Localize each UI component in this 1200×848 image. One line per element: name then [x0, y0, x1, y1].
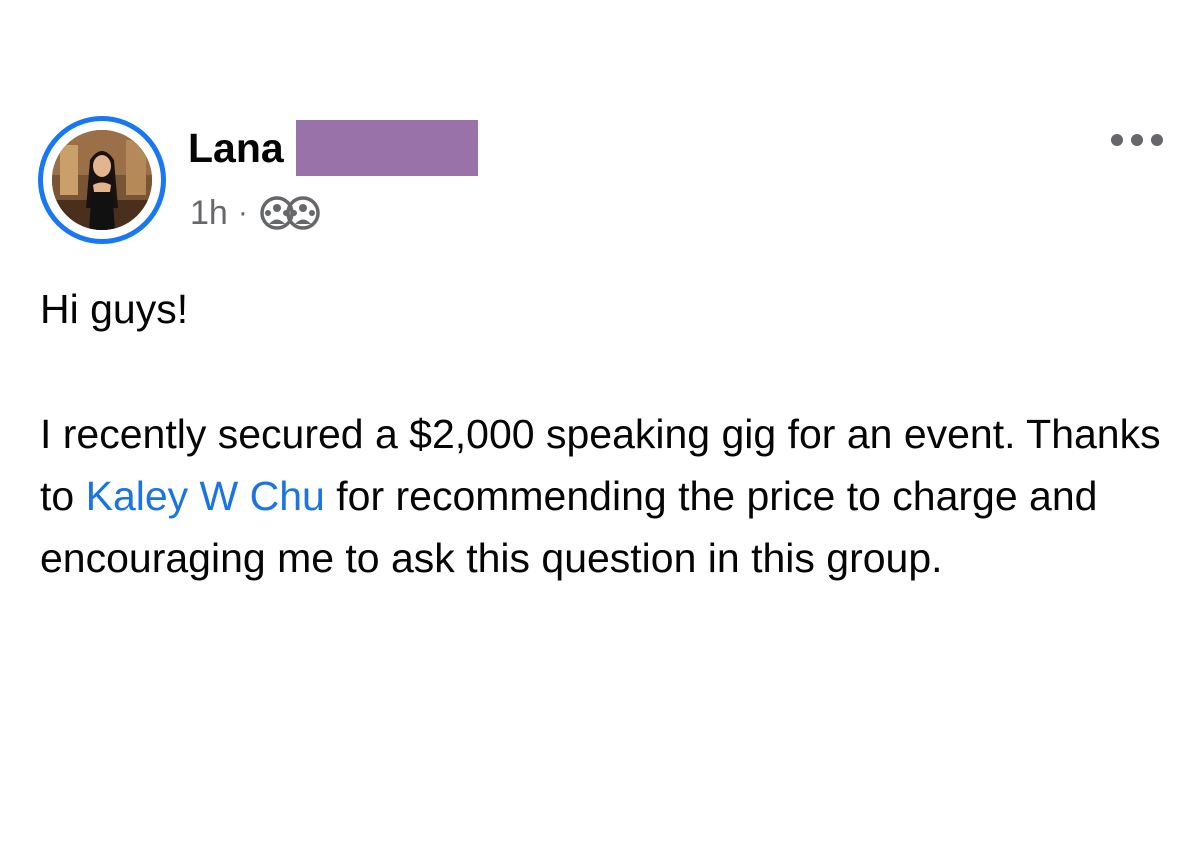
post-timestamp[interactable]: 1h	[190, 194, 228, 233]
group-members-icon[interactable]	[257, 193, 327, 233]
meta-separator: ·	[237, 196, 248, 229]
author-name[interactable]: Lana	[188, 125, 284, 172]
profile-photo	[52, 130, 152, 230]
mention-link[interactable]: Kaley W Chu	[86, 473, 325, 519]
more-options-button[interactable]	[1104, 118, 1170, 162]
profile-avatar[interactable]	[38, 116, 166, 244]
post-meta: 1h ·	[190, 189, 327, 237]
more-options-icon	[1111, 134, 1163, 146]
post-paragraph: I recently secured a $2,000 speaking gig…	[40, 403, 1180, 589]
redacted-surname-block	[295, 120, 478, 176]
post-text: Hi guys! I recently secured a $2,000 spe…	[40, 278, 1180, 589]
post-greeting: Hi guys!	[40, 286, 189, 332]
post-card: Lana 1h · Hi guys! I recently secured a …	[0, 0, 1200, 848]
post-author-row: Lana	[188, 118, 478, 178]
